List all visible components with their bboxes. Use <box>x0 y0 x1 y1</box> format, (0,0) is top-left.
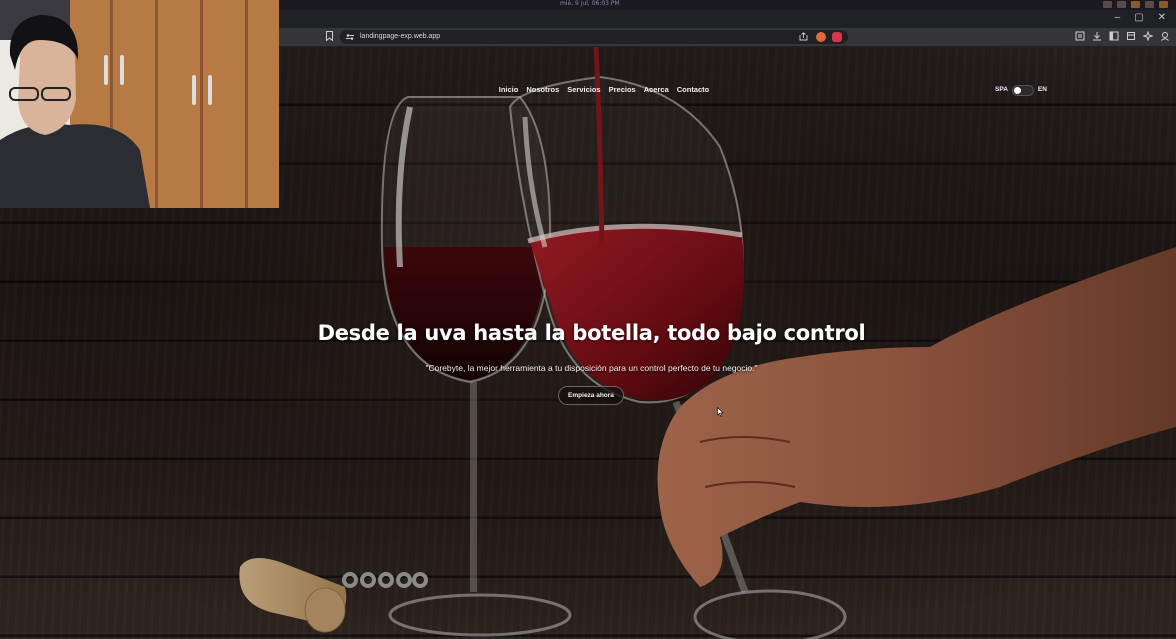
hero-headline: Desde la uva hasta la botella, todo bajo… <box>317 321 866 345</box>
webcam-overlay <box>0 0 279 208</box>
lang-label-esp: SPA <box>995 86 1008 93</box>
maximize-icon[interactable]: ▢ <box>1134 12 1143 23</box>
toolbar-actions <box>1075 31 1170 41</box>
nav-item-nosotros[interactable]: Nosotros <box>526 84 559 96</box>
sidebar-icon[interactable] <box>1109 31 1119 41</box>
close-icon[interactable]: ✕ <box>1158 12 1166 23</box>
tray-icon[interactable] <box>1145 1 1154 8</box>
reader-icon[interactable] <box>1075 31 1085 41</box>
nav-item-servicios[interactable]: Servicios <box>567 84 600 96</box>
nav-item-contacto[interactable]: Contacto <box>677 84 710 96</box>
system-tray <box>1103 1 1168 8</box>
tray-icon[interactable] <box>1117 1 1126 8</box>
tray-icon[interactable] <box>1159 1 1168 8</box>
downloads-icon[interactable] <box>1092 31 1102 41</box>
url-text: landingpage-exp.web.app <box>360 33 441 40</box>
tab-groups-icon[interactable] <box>1126 31 1136 41</box>
webcam-feed <box>0 0 279 208</box>
extension-icon[interactable] <box>832 32 842 42</box>
minimize-icon[interactable]: – <box>1115 12 1121 23</box>
language-toggle[interactable] <box>1011 84 1034 96</box>
nav-item-acerca[interactable]: Acerca <box>644 84 669 96</box>
nav-item-inicio[interactable]: Inicio <box>499 84 519 96</box>
mouse-cursor-icon <box>717 407 724 417</box>
site-info-icon[interactable] <box>346 33 354 41</box>
system-clock: mié, 9 jul, 06:03 PM <box>560 0 620 7</box>
share-icon[interactable] <box>799 32 808 41</box>
window-controls: – ▢ ✕ <box>1115 12 1166 23</box>
bookmark-icon[interactable] <box>326 31 333 41</box>
copilot-icon[interactable] <box>1143 31 1153 41</box>
tray-icon[interactable] <box>1131 1 1140 8</box>
nav-item-precios[interactable]: Precios <box>609 84 636 96</box>
language-switch: SPA EN <box>995 84 1047 96</box>
extension-icon[interactable] <box>816 32 826 42</box>
profile-icon[interactable] <box>1160 31 1170 41</box>
hero-subheadline: "Corebyte, la mejor herramienta a tu dis… <box>425 363 758 373</box>
start-now-button[interactable]: Empieza ahora <box>558 386 624 405</box>
lang-label-en: EN <box>1037 86 1047 93</box>
address-bar[interactable]: landingpage-exp.web.app <box>340 30 848 44</box>
tray-icon[interactable] <box>1103 1 1112 8</box>
toggle-knob <box>1013 86 1021 94</box>
